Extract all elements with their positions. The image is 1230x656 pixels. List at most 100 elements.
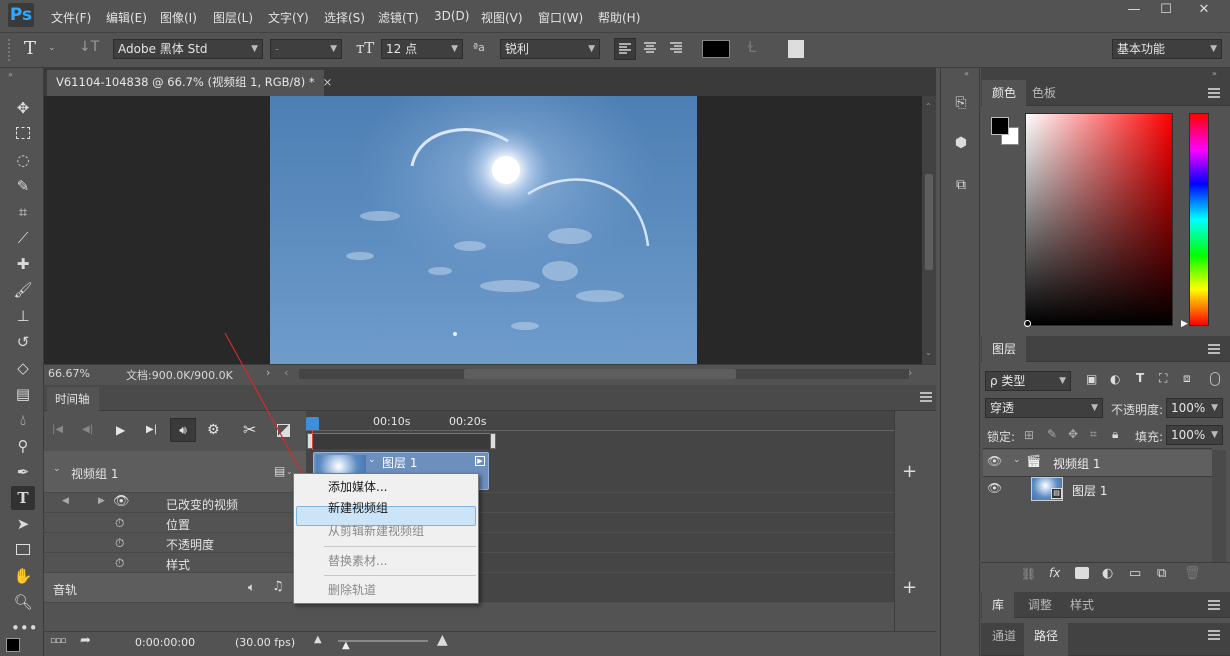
library-panel-menu-icon[interactable] — [1208, 600, 1220, 610]
filter-pixel-icon[interactable]: ▣ — [1086, 372, 1097, 386]
filter-adjustment-icon[interactable]: ◐ — [1110, 372, 1120, 386]
zoom-slider-thumb[interactable]: ▲ — [342, 640, 350, 651]
menu-type[interactable]: 文字(Y) — [268, 9, 309, 26]
work-area-bar[interactable] — [310, 433, 494, 449]
next-frame-icon[interactable]: ▶| — [146, 424, 157, 435]
expand-property-icon[interactable]: ▶ — [98, 496, 105, 506]
character-panel-icon[interactable] — [788, 40, 804, 58]
filter-smart-object-icon[interactable]: ⧈ — [1183, 371, 1191, 386]
layers-panel-menu-icon[interactable] — [1208, 344, 1220, 354]
chevron-down-icon[interactable]: ⌄ — [48, 43, 56, 53]
text-color-swatch[interactable] — [702, 40, 730, 58]
menu-filter[interactable]: 滤镜(T) — [378, 9, 419, 26]
expand-chevron-icon[interactable]: ⌄ — [53, 464, 61, 474]
group-chevron-icon[interactable]: ⌄ — [1013, 455, 1021, 465]
visibility-eye-icon[interactable]: 👁︎ — [987, 454, 1005, 472]
more-tools-icon[interactable]: ••• — [11, 616, 38, 640]
lock-transparent-icon[interactable]: ⊞ — [1024, 428, 1034, 442]
marquee-tool-icon[interactable] — [11, 122, 35, 146]
lock-artboard-icon[interactable]: ⌗ — [1090, 427, 1097, 442]
color-field[interactable] — [1025, 113, 1173, 326]
clone-stamp-tool-icon[interactable]: ⊥ — [11, 304, 35, 328]
eyedropper-tool-icon[interactable]: ⟋ — [11, 226, 35, 250]
tab-channels[interactable]: 通道 — [982, 623, 1026, 649]
opacity-input[interactable]: 100% ▼ — [1166, 398, 1223, 418]
font-size-select[interactable]: 12 点 ▼ — [381, 39, 463, 59]
lock-position-icon[interactable]: ✥ — [1068, 427, 1078, 441]
tab-swatches[interactable]: 色板 — [1022, 80, 1066, 106]
tab-timeline[interactable]: 时间轴 — [47, 387, 99, 411]
zoom-tool-icon[interactable]: 🔍︎ — [11, 590, 35, 614]
canvas-vertical-scrollbar[interactable]: ⌃ ⌄ — [922, 96, 936, 364]
align-center-button[interactable] — [640, 38, 662, 60]
settings-gear-icon[interactable]: ⚙ — [207, 422, 220, 438]
delete-layer-icon[interactable]: 🗑︎ — [1184, 566, 1201, 581]
document-size[interactable]: 文档:900.0K/900.0K — [126, 367, 233, 383]
add-mask-icon[interactable] — [1075, 567, 1089, 579]
zoom-in-timeline-icon[interactable]: ▲ — [437, 632, 448, 648]
layers-scrollbar[interactable] — [1212, 450, 1226, 562]
new-group-icon[interactable]: ▭ — [1129, 566, 1141, 581]
menu-edit[interactable]: 编辑(E) — [106, 9, 147, 26]
stopwatch-icon[interactable]: ⏱︎ — [115, 556, 124, 571]
zoom-level[interactable]: 66.67% — [48, 367, 90, 380]
type-tool-preset-icon[interactable]: T — [24, 38, 36, 59]
history-brush-tool-icon[interactable]: ↺ — [11, 330, 35, 354]
color-picker-cursor[interactable] — [1024, 320, 1031, 327]
grip-handle[interactable] — [8, 39, 12, 61]
foreground-color-swatch[interactable] — [991, 117, 1009, 135]
rectangle-tool-icon[interactable] — [11, 538, 35, 562]
channels-panel-menu-icon[interactable] — [1208, 630, 1220, 640]
crop-tool-icon[interactable]: ⌗ — [11, 200, 35, 224]
align-right-button[interactable] — [666, 38, 688, 60]
layer-row-layer-1[interactable]: 👁︎ ▤ 图层 1 — [983, 477, 1212, 503]
clip-end-icon[interactable]: ▶ — [475, 456, 485, 466]
link-layers-icon[interactable]: ⛓ — [1021, 567, 1036, 581]
blend-mode-select[interactable]: 穿透 ▼ — [985, 398, 1103, 418]
fx-icon[interactable]: fx — [1049, 566, 1060, 580]
pen-tool-icon[interactable]: ✒ — [11, 460, 35, 484]
3d-panel-icon[interactable]: ⬢ — [948, 130, 974, 156]
gradient-tool-icon[interactable]: ▤ — [11, 382, 35, 406]
filter-type-icon[interactable]: T — [1136, 371, 1144, 385]
menu-item-add-media[interactable]: 添加媒体... — [328, 477, 387, 497]
menu-window[interactable]: 窗口(W) — [538, 9, 583, 26]
eye-icon[interactable]: 👁︎ — [113, 494, 130, 509]
move-tool-icon[interactable]: ✥ — [11, 96, 35, 120]
tab-libraries[interactable]: 库 — [982, 592, 1015, 618]
tab-paths[interactable]: 路径 — [1024, 623, 1069, 656]
dodge-tool-icon[interactable]: ⚲ — [11, 434, 35, 458]
minimize-button[interactable]: — — [1118, 0, 1150, 22]
menu-view[interactable]: 视图(V) — [481, 9, 523, 26]
path-selection-tool-icon[interactable]: ➤ — [11, 512, 35, 536]
clip-chevron-icon[interactable]: ⌄ — [368, 455, 376, 465]
work-area-end-handle[interactable] — [490, 433, 496, 449]
menu-item-new-video-group[interactable]: 新建视频组 — [328, 498, 388, 518]
hscroll-right-icon[interactable]: › — [908, 366, 912, 379]
lasso-tool-icon[interactable]: ◌ — [11, 148, 35, 172]
timeline-panel-menu-icon[interactable] — [920, 392, 932, 402]
previous-frame-icon[interactable]: ◀| — [82, 424, 93, 435]
zoom-out-timeline-icon[interactable]: ▲ — [314, 634, 322, 645]
hue-slider[interactable] — [1189, 113, 1209, 326]
menu-file[interactable]: 文件(F) — [51, 9, 91, 26]
prev-keyframe-icon[interactable]: ◀ — [62, 496, 69, 506]
layer-name[interactable]: 图层 1 — [1072, 482, 1107, 499]
text-orientation-icon[interactable]: ↓T — [79, 39, 99, 59]
brush-tool-icon[interactable]: 🖌︎ — [11, 278, 35, 302]
filter-shape-icon[interactable]: ⛶ — [1159, 371, 1167, 386]
warp-text-icon[interactable]: Ɫ — [748, 38, 756, 56]
add-media-button[interactable]: + — [902, 461, 917, 482]
render-video-icon[interactable]: ➦ — [80, 633, 91, 648]
tab-layers[interactable]: 图层 — [982, 336, 1027, 362]
add-audio-button[interactable]: + — [902, 577, 917, 598]
music-note-icon[interactable]: ♫ — [272, 579, 284, 594]
filter-toggle[interactable] — [1210, 372, 1220, 386]
audio-track-header[interactable] — [44, 573, 306, 603]
eraser-tool-icon[interactable]: ◇ — [11, 356, 35, 380]
lock-all-icon[interactable]: 🔒︎ — [1112, 427, 1118, 442]
tab-styles[interactable]: 样式 — [1060, 592, 1104, 618]
canvas-horizontal-scrollbar[interactable] — [299, 369, 909, 379]
timeline-zoom-slider[interactable] — [338, 640, 428, 642]
hue-slider-thumb[interactable]: ▶ — [1181, 319, 1188, 329]
